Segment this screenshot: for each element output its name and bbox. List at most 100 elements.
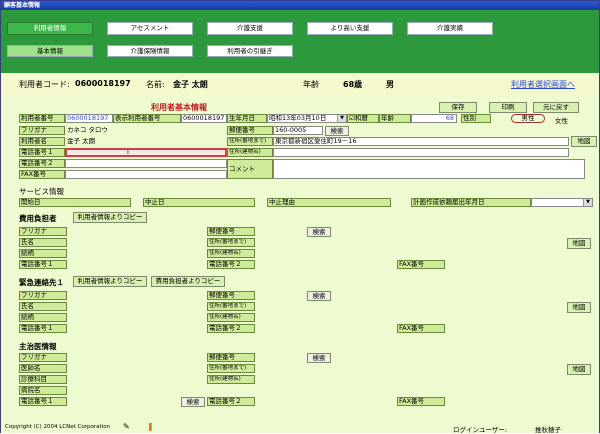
payer-title: 費用負担者	[19, 214, 57, 223]
window-title: 顧客基本情報	[1, 1, 599, 10]
footer: Copyright (C) 2004 LCNet Corporation ✎ ❚…	[1, 422, 599, 434]
doctor-title: 主治医情報	[19, 342, 57, 351]
tab-assessment[interactable]: アセスメント	[107, 22, 193, 35]
top-nav: 利用者情報 アセスメント 介護支援 より高い支援 介護実績 基本情報 介護保険情…	[1, 10, 599, 73]
era-checkbox[interactable]: ☑和暦	[347, 114, 379, 123]
user-name-field[interactable]: 金子 太朗	[65, 137, 227, 146]
building-field[interactable]	[273, 148, 569, 157]
comment-field[interactable]	[273, 159, 585, 179]
tab-higher-support[interactable]: より高い支援	[307, 22, 393, 35]
copy-from-user-button[interactable]: 利用者情報よりコピー	[73, 212, 147, 223]
doctor-phone-search-button[interactable]: 検索	[181, 397, 205, 407]
subtab-basic-info[interactable]: 基本情報	[7, 45, 93, 57]
doctor-phone2-label: 電話番号２	[207, 397, 255, 406]
age-value: 68歳	[343, 80, 363, 89]
phone2-field[interactable]	[65, 159, 227, 168]
gender-male-option[interactable]: 男性	[511, 114, 545, 123]
doctor-search-button[interactable]: 検索	[307, 353, 331, 363]
payer-map-button[interactable]: 地図	[567, 238, 591, 249]
furigana-field[interactable]: カネコ タロウ	[65, 126, 227, 135]
era-label: 和暦	[354, 114, 368, 122]
doctor-name-label: 医師名	[19, 364, 67, 373]
emergency-building-label: 住所(建物名)	[207, 313, 255, 322]
map-button[interactable]: 地図	[571, 136, 597, 147]
copyright-text: Copyright (C) 2004 LCNet Corporation	[5, 424, 111, 430]
subtab-handover[interactable]: 利用者の引継ぎ	[207, 45, 293, 57]
emergency-phone2-label: 電話番号２	[207, 324, 255, 333]
phone1-field[interactable]: I	[65, 148, 227, 157]
pen-icon: ✎	[123, 422, 130, 431]
doctor-phone1-label: 電話番号１	[19, 397, 67, 406]
age-field[interactable]: 68	[411, 114, 457, 123]
display-number-label: 表示利用者番号	[113, 114, 181, 123]
emergency-title: 緊急連絡先１	[19, 278, 64, 287]
payer-relation-label: 続柄	[19, 249, 67, 258]
name-label: 名前:	[146, 80, 165, 89]
postal-label: 郵便番号	[227, 126, 273, 135]
fax-field[interactable]	[65, 170, 227, 179]
user-number-label: 利用者番号	[19, 114, 65, 123]
phone1-label: 電話番号１	[19, 148, 65, 157]
tab-care-results[interactable]: 介護実績	[407, 22, 493, 35]
comment-label: コメント	[227, 159, 273, 179]
doctor-dept-label: 診療科目	[19, 375, 67, 384]
tab-care-support[interactable]: 介護支援	[207, 22, 293, 35]
doctor-hospital-label: 病院名	[19, 386, 67, 395]
gender-female-option[interactable]: 女性	[555, 115, 568, 125]
payer-postal-label: 郵便番号	[207, 227, 255, 236]
plan-date-select[interactable]	[531, 198, 593, 207]
copy-from-payer-button[interactable]: 費用負担者よりコピー	[151, 276, 225, 287]
doctor-address-label: 住所(番地まで)	[207, 364, 255, 373]
print-button[interactable]: 印刷	[489, 102, 527, 113]
user-number-field[interactable]: 0600018197	[65, 114, 113, 123]
info-bar: 利用者コード: 0600018197 名前: 金子 太朗 年齢 68歳 男 利用…	[1, 73, 599, 95]
emergency-name-label: 氏名	[19, 302, 67, 311]
postal-search-button[interactable]: 検索	[325, 126, 349, 136]
stop-date-select[interactable]: 中止日	[143, 198, 255, 207]
text-cursor-icon: I	[127, 148, 129, 156]
emergency-postal-label: 郵便番号	[207, 291, 255, 300]
main-panel: 利用者基本情報 保存 印刷 元に戻す 利用者番号 0600018197 表示利用…	[1, 95, 599, 422]
stop-reason-select[interactable]: 中止理由	[267, 198, 391, 207]
plan-date-label: 計画作成依頼届出年月日	[411, 198, 531, 207]
payer-address-label: 住所(番地まで)	[207, 238, 255, 247]
postal-field[interactable]: 160-0005	[273, 126, 323, 135]
furigana-label: フリガナ	[19, 126, 65, 135]
address-label: 住所(番地まで)	[227, 137, 273, 146]
doctor-postal-label: 郵便番号	[207, 353, 255, 362]
stop-label: 中止日	[145, 198, 165, 206]
doctor-building-label: 住所(建物名)	[207, 375, 255, 384]
start-label: 開始日	[21, 198, 41, 206]
tab-user-info[interactable]: 利用者情報	[7, 22, 93, 35]
birth-date-select[interactable]: 昭和13年03月10日	[267, 114, 347, 123]
display-number-field[interactable]: 0600018197	[181, 114, 227, 123]
payer-name-label: 氏名	[19, 238, 67, 247]
payer-fax-label: FAX番号	[397, 260, 445, 269]
subtab-insurance[interactable]: 介護保険情報	[107, 45, 193, 57]
reason-label: 中止理由	[269, 198, 295, 206]
address-field[interactable]: 東京都新宿区愛住町19－16	[273, 137, 569, 146]
book-icon: ❚	[147, 422, 154, 431]
doctor-map-button[interactable]: 地図	[567, 364, 591, 375]
gender-value: 男	[386, 80, 394, 89]
doctor-fax-label: FAX番号	[397, 397, 445, 406]
emergency-fax-label: FAX番号	[397, 324, 445, 333]
user-select-link[interactable]: 利用者選択画面へ	[511, 79, 575, 90]
undo-button[interactable]: 元に戻す	[533, 102, 579, 113]
name-value: 金子 太朗	[173, 80, 208, 89]
user-name-label: 利用者名	[19, 137, 65, 146]
emergency-search-button[interactable]: 検索	[307, 291, 331, 301]
payer-phone1-label: 電話番号１	[19, 260, 67, 269]
start-date-select[interactable]: 開始日	[19, 198, 131, 207]
age-label: 年齢	[303, 80, 319, 89]
emergency-map-button[interactable]: 地図	[567, 302, 591, 313]
save-button[interactable]: 保存	[439, 102, 477, 113]
emergency-address-label: 住所(番地まで)	[207, 302, 255, 311]
emergency-phone1-label: 電話番号１	[19, 324, 67, 333]
payer-search-button[interactable]: 検索	[307, 227, 331, 237]
payer-furigana-label: フリガナ	[19, 227, 67, 236]
emergency-relation-label: 続柄	[19, 313, 67, 322]
emergency-copy-user-button[interactable]: 利用者情報よりコピー	[73, 276, 147, 287]
code-label: 利用者コード:	[19, 80, 70, 89]
birth-label: 生年月日	[227, 114, 267, 123]
